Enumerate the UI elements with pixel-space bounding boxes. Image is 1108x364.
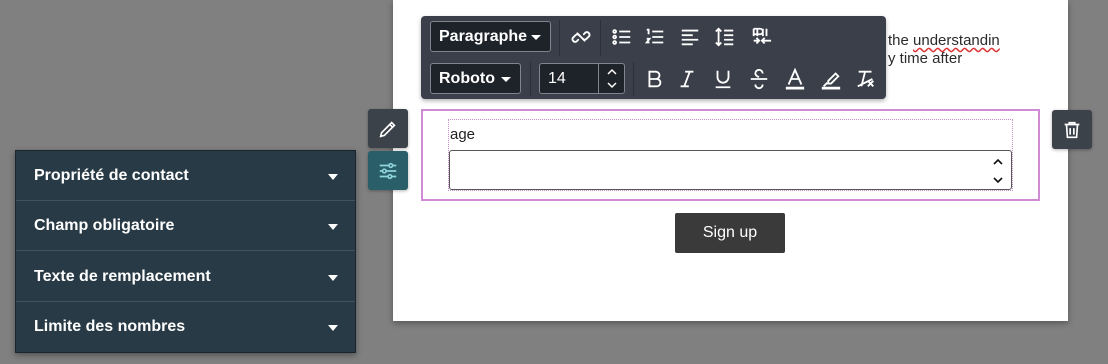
font-size-spinner[interactable] [598, 64, 624, 93]
delete-button[interactable] [1052, 110, 1092, 149]
edit-button[interactable] [368, 109, 408, 148]
chevron-down-icon [328, 325, 338, 331]
font-family-select[interactable]: Roboto [430, 63, 521, 94]
text-direction-icon[interactable] [748, 24, 774, 50]
accordion-contact-property[interactable]: Propriété de contact [16, 151, 355, 201]
font-size-input[interactable]: 14 [539, 63, 625, 94]
toolbar-divider [559, 20, 560, 56]
chevron-down-icon [328, 224, 338, 230]
bullet-list-icon[interactable] [609, 24, 635, 50]
bold-icon[interactable] [641, 66, 667, 92]
sign-up-button[interactable]: Sign up [675, 213, 785, 253]
pencil-icon [379, 120, 396, 137]
background-text-line-1: the understandin [888, 32, 1000, 49]
accordion-placeholder-text[interactable]: Texte de remplacement [16, 252, 355, 302]
chevron-down-icon [328, 275, 338, 281]
font-color-icon[interactable] [782, 66, 808, 92]
toolbar-divider [600, 20, 601, 56]
chevron-down-icon [501, 77, 511, 82]
settings-button[interactable] [368, 151, 408, 190]
field-label[interactable]: age [450, 126, 475, 143]
accordion-required-field[interactable]: Champ obligatoire [16, 201, 355, 251]
chevron-down-icon [328, 174, 338, 180]
trash-icon [1064, 121, 1080, 138]
age-number-input[interactable] [449, 150, 1012, 190]
toolbar-divider [530, 62, 531, 96]
align-left-icon[interactable] [677, 24, 703, 50]
sliders-icon [379, 162, 397, 179]
toolbar-divider [633, 62, 634, 96]
block-format-select[interactable]: Paragraphe [430, 21, 551, 52]
highlight-icon[interactable] [818, 66, 844, 92]
accordion-number-limit[interactable]: Limite des nombres [16, 302, 355, 352]
unlink-icon[interactable] [568, 24, 594, 50]
number-spinner-icon[interactable] [991, 155, 1005, 187]
background-text-line-2: y time after [888, 50, 963, 67]
field-settings-panel: Propriété de contact Champ obligatoire T… [15, 150, 356, 353]
clear-format-icon[interactable] [853, 66, 879, 92]
numbered-list-icon[interactable] [642, 24, 668, 50]
line-height-icon[interactable] [712, 24, 738, 50]
italic-icon[interactable] [674, 66, 700, 92]
strikethrough-icon[interactable] [746, 66, 772, 92]
underline-icon[interactable] [710, 66, 736, 92]
chevron-down-icon [531, 35, 541, 40]
